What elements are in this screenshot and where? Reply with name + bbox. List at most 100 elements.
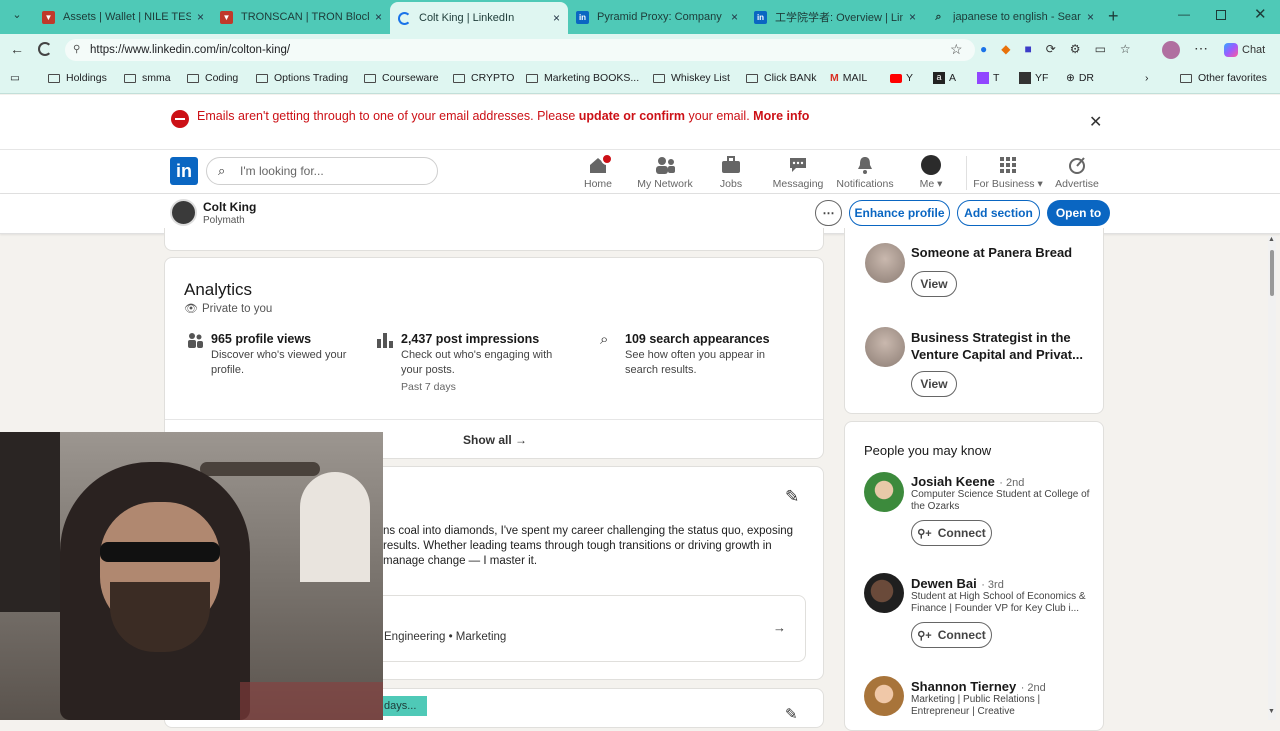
bookmark-courseware[interactable]: Courseware <box>364 72 439 84</box>
connect-button[interactable]: ⚲+ Connect <box>911 520 992 546</box>
loading-icon <box>398 11 411 25</box>
bookmark-crypto[interactable]: CRYPTO <box>453 72 514 84</box>
person-avatar[interactable] <box>864 472 904 512</box>
close-tab-icon[interactable]: × <box>553 11 560 25</box>
bookmark-whiskey-list[interactable]: Whiskey List <box>653 72 730 84</box>
scroll-up-icon[interactable]: ▲ <box>1268 236 1275 243</box>
bell-icon <box>830 155 900 175</box>
bookmark-yf[interactable]: YF <box>1019 72 1048 84</box>
favorites-icon[interactable]: ▭ <box>10 72 20 84</box>
bookmark-amazon[interactable]: aA <box>933 72 956 84</box>
about-text: ns coal into diamonds, I've spent my car… <box>383 525 794 567</box>
person-headline: Computer Science Student at College of t… <box>911 489 1090 512</box>
new-tab-button[interactable]: + <box>1108 6 1119 27</box>
me-avatar <box>921 155 941 175</box>
profile-headline: Polymath <box>203 215 245 226</box>
bookmark-smma[interactable]: smma <box>124 72 171 84</box>
bookmark-youtube[interactable]: Y <box>890 72 913 84</box>
stat-post-impressions[interactable]: 2,437 post impressions Check out who's e… <box>401 332 576 393</box>
tab-search[interactable]: ⌕ japanese to english - Search × <box>924 4 1102 30</box>
extension-icon[interactable]: ● <box>980 42 987 56</box>
nav-notifications[interactable]: Notifications <box>830 155 900 190</box>
back-button[interactable]: ← <box>10 41 24 57</box>
person-avatar[interactable] <box>864 676 904 716</box>
previous-section-card <box>164 228 824 251</box>
nav-for-business[interactable]: For Business ▾ <box>972 155 1044 190</box>
globe-icon: ⊕ <box>1066 72 1075 84</box>
more-actions-button[interactable]: ⋯ <box>815 200 842 226</box>
bookmark-options-trading[interactable]: Options Trading <box>256 72 348 84</box>
view-viewer-button[interactable]: View <box>911 271 957 297</box>
more-info-link[interactable]: More info <box>753 109 809 123</box>
close-tab-icon[interactable]: × <box>1087 10 1094 24</box>
site-info-icon[interactable]: ⚲ <box>73 39 80 61</box>
puzzle-icon[interactable]: ⟳ <box>1046 42 1056 56</box>
add-section-button[interactable]: Add section <box>957 200 1040 226</box>
scrollbar-thumb[interactable] <box>1270 250 1274 296</box>
stat-search-appearances[interactable]: 109 search appearances See how often you… <box>625 332 800 378</box>
metamask-icon[interactable]: ◆ <box>1001 42 1010 56</box>
loading-spinner-icon[interactable] <box>38 42 52 56</box>
bookmark-coding[interactable]: Coding <box>187 72 238 84</box>
more-menu-icon[interactable]: ⋯ <box>1194 40 1208 57</box>
copilot-chat-button[interactable]: Chat <box>1224 43 1265 57</box>
tab-list-icon[interactable]: ⌄ <box>8 8 26 26</box>
close-tab-icon[interactable]: × <box>731 10 738 24</box>
page-scrollbar[interactable]: ▲ ▼ <box>1268 236 1276 720</box>
close-tab-icon[interactable]: × <box>375 10 382 24</box>
arrow-right-icon[interactable]: → <box>773 620 786 635</box>
minimize-button[interactable]: — <box>1178 7 1190 21</box>
youtube-icon <box>890 73 902 83</box>
update-email-link[interactable]: update or confirm <box>579 109 685 123</box>
bottom-tag: days... <box>383 696 427 716</box>
close-tab-icon[interactable]: × <box>197 10 204 24</box>
extension-icon[interactable]: ⚙ <box>1070 42 1081 56</box>
stat-profile-views[interactable]: 965 profile views Discover who's viewed … <box>211 332 371 378</box>
show-all-analytics-link[interactable]: Show all → <box>463 433 527 447</box>
favorite-star-icon[interactable]: ☆ <box>950 41 963 58</box>
bookmark-other-favorites[interactable]: Other favorites <box>1180 72 1267 84</box>
scroll-down-icon[interactable]: ▼ <box>1268 708 1275 715</box>
edit-pencil-icon[interactable]: ✎ <box>785 487 799 507</box>
close-alert-icon[interactable]: ✕ <box>1089 112 1102 132</box>
collections-icon[interactable]: ☆ <box>1120 42 1131 56</box>
view-viewer-button[interactable]: View <box>911 371 957 397</box>
bookmark-twitch[interactable]: T <box>977 72 999 84</box>
bookmark-dr[interactable]: ⊕ DR <box>1066 72 1094 84</box>
profile-avatar[interactable] <box>1162 41 1180 59</box>
profile-avatar <box>170 199 197 226</box>
blurred-avatar <box>865 243 905 283</box>
nav-messaging[interactable]: Messaging <box>763 155 833 190</box>
tab-assets-wallet[interactable]: ▼ Assets | Wallet | NILE TESTNET × <box>34 4 212 30</box>
tab-tronscan[interactable]: ▼ TRONSCAN | TRON BlockChain × <box>212 4 390 30</box>
bookmark-mail[interactable]: M MAIL <box>830 72 867 84</box>
tab-linkedin-overview[interactable]: in 工学院学者: Overview | LinkedIn × <box>746 4 924 30</box>
nav-divider <box>966 156 967 190</box>
sunglasses-shape <box>100 542 220 562</box>
person-avatar[interactable] <box>864 573 904 613</box>
close-window-button[interactable]: ✕ <box>1254 5 1267 23</box>
viewer-name: Business Strategist in the Venture Capit… <box>911 330 1083 362</box>
bookmark-holdings[interactable]: Holdings <box>48 72 107 84</box>
split-screen-icon[interactable]: ▭ <box>1095 42 1106 56</box>
tab-colt-king-linkedin[interactable]: Colt King | LinkedIn × <box>390 2 568 34</box>
nav-my-network[interactable]: My Network <box>630 155 700 190</box>
global-search-input[interactable]: ⌕ I'm looking for... <box>206 157 438 185</box>
maximize-button[interactable] <box>1216 10 1226 20</box>
nav-home[interactable]: Home <box>563 153 633 190</box>
connect-button[interactable]: ⚲+ Connect <box>911 622 992 648</box>
nav-advertise[interactable]: Advertise <box>1042 155 1112 190</box>
nav-jobs[interactable]: Jobs <box>696 155 766 190</box>
nav-me[interactable]: Me ▾ <box>896 155 966 190</box>
address-input[interactable]: ⚲ https://www.linkedin.com/in/colton-kin… <box>65 39 975 61</box>
enhance-profile-button[interactable]: Enhance profile <box>849 200 950 226</box>
open-to-button[interactable]: Open to <box>1047 200 1110 226</box>
linkedin-logo-icon[interactable]: in <box>170 157 198 185</box>
bookmarks-overflow-chevron-icon[interactable]: › <box>1145 72 1149 84</box>
extension-icon[interactable]: ■ <box>1024 42 1031 56</box>
tab-pyramid-proxy[interactable]: in Pyramid Proxy: Company Page × <box>568 4 746 30</box>
close-tab-icon[interactable]: × <box>909 10 916 24</box>
edit-pencil-icon[interactable]: ✎ <box>785 705 798 723</box>
bookmark-click-bank[interactable]: Click BANk <box>746 72 817 84</box>
bookmark-marketing-books[interactable]: Marketing BOOKS... <box>526 72 639 84</box>
